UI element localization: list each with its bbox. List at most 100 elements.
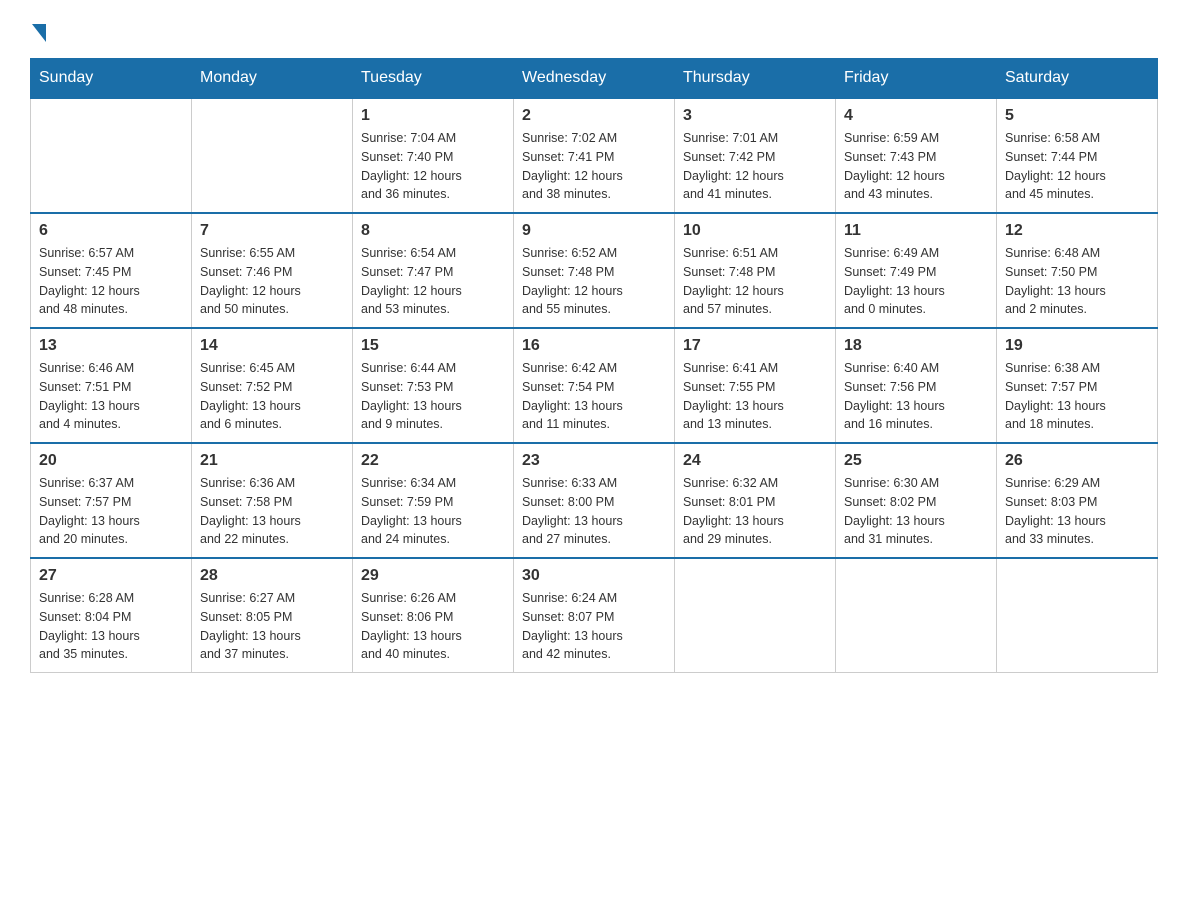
day-number: 3 [683, 107, 827, 125]
weekday-header-saturday: Saturday [997, 59, 1158, 99]
calendar-table: SundayMondayTuesdayWednesdayThursdayFrid… [30, 58, 1158, 673]
day-info: Sunrise: 6:28 AM Sunset: 8:04 PM Dayligh… [39, 589, 183, 664]
calendar-cell: 18 Sunrise: 6:40 AM Sunset: 7:56 PM Dayli… [836, 328, 997, 443]
calendar-cell: 9 Sunrise: 6:52 AM Sunset: 7:48 PM Daylig… [514, 213, 675, 328]
calendar-week-row: 20 Sunrise: 6:37 AM Sunset: 7:57 PM Dayli… [31, 443, 1158, 558]
calendar-cell [31, 98, 192, 213]
calendar-cell: 28 Sunrise: 6:27 AM Sunset: 8:05 PM Dayli… [192, 558, 353, 673]
weekday-header-sunday: Sunday [31, 59, 192, 99]
day-info: Sunrise: 6:52 AM Sunset: 7:48 PM Dayligh… [522, 244, 666, 319]
day-number: 17 [683, 337, 827, 355]
day-info: Sunrise: 7:02 AM Sunset: 7:41 PM Dayligh… [522, 129, 666, 204]
day-info: Sunrise: 6:33 AM Sunset: 8:00 PM Dayligh… [522, 474, 666, 549]
weekday-header-tuesday: Tuesday [353, 59, 514, 99]
calendar-cell [836, 558, 997, 673]
weekday-header-wednesday: Wednesday [514, 59, 675, 99]
calendar-cell: 13 Sunrise: 6:46 AM Sunset: 7:51 PM Dayli… [31, 328, 192, 443]
day-number: 19 [1005, 337, 1149, 355]
day-number: 10 [683, 222, 827, 240]
day-info: Sunrise: 6:27 AM Sunset: 8:05 PM Dayligh… [200, 589, 344, 664]
day-number: 18 [844, 337, 988, 355]
calendar-cell: 21 Sunrise: 6:36 AM Sunset: 7:58 PM Dayli… [192, 443, 353, 558]
day-number: 13 [39, 337, 183, 355]
weekday-header-row: SundayMondayTuesdayWednesdayThursdayFrid… [31, 59, 1158, 99]
day-number: 16 [522, 337, 666, 355]
day-info: Sunrise: 6:36 AM Sunset: 7:58 PM Dayligh… [200, 474, 344, 549]
day-info: Sunrise: 6:42 AM Sunset: 7:54 PM Dayligh… [522, 359, 666, 434]
calendar-cell: 10 Sunrise: 6:51 AM Sunset: 7:48 PM Dayli… [675, 213, 836, 328]
day-info: Sunrise: 6:45 AM Sunset: 7:52 PM Dayligh… [200, 359, 344, 434]
day-number: 25 [844, 452, 988, 470]
day-number: 28 [200, 567, 344, 585]
day-number: 12 [1005, 222, 1149, 240]
day-info: Sunrise: 6:44 AM Sunset: 7:53 PM Dayligh… [361, 359, 505, 434]
day-number: 6 [39, 222, 183, 240]
calendar-cell: 11 Sunrise: 6:49 AM Sunset: 7:49 PM Dayli… [836, 213, 997, 328]
day-info: Sunrise: 6:24 AM Sunset: 8:07 PM Dayligh… [522, 589, 666, 664]
calendar-cell: 5 Sunrise: 6:58 AM Sunset: 7:44 PM Daylig… [997, 98, 1158, 213]
day-number: 11 [844, 222, 988, 240]
calendar-cell: 1 Sunrise: 7:04 AM Sunset: 7:40 PM Daylig… [353, 98, 514, 213]
calendar-cell: 22Sunrise: 6:34 AM Sunset: 7:59 PM Dayli… [353, 443, 514, 558]
calendar-week-row: 1 Sunrise: 7:04 AM Sunset: 7:40 PM Daylig… [31, 98, 1158, 213]
day-info: Sunrise: 6:41 AM Sunset: 7:55 PM Dayligh… [683, 359, 827, 434]
day-info: Sunrise: 6:29 AM Sunset: 8:03 PM Dayligh… [1005, 474, 1149, 549]
calendar-cell: 6 Sunrise: 6:57 AM Sunset: 7:45 PM Daylig… [31, 213, 192, 328]
day-info: Sunrise: 6:48 AM Sunset: 7:50 PM Dayligh… [1005, 244, 1149, 319]
day-info: Sunrise: 6:46 AM Sunset: 7:51 PM Dayligh… [39, 359, 183, 434]
weekday-header-monday: Monday [192, 59, 353, 99]
day-number: 24 [683, 452, 827, 470]
day-info: Sunrise: 6:57 AM Sunset: 7:45 PM Dayligh… [39, 244, 183, 319]
calendar-cell: 2 Sunrise: 7:02 AM Sunset: 7:41 PM Daylig… [514, 98, 675, 213]
day-number: 21 [200, 452, 344, 470]
day-info: Sunrise: 6:51 AM Sunset: 7:48 PM Dayligh… [683, 244, 827, 319]
day-info: Sunrise: 6:58 AM Sunset: 7:44 PM Dayligh… [1005, 129, 1149, 204]
day-info: Sunrise: 6:49 AM Sunset: 7:49 PM Dayligh… [844, 244, 988, 319]
calendar-cell: 29Sunrise: 6:26 AM Sunset: 8:06 PM Dayli… [353, 558, 514, 673]
day-number: 20 [39, 452, 183, 470]
day-info: Sunrise: 6:54 AM Sunset: 7:47 PM Dayligh… [361, 244, 505, 319]
day-number: 1 [361, 107, 505, 125]
logo [30, 20, 46, 38]
day-number: 15 [361, 337, 505, 355]
calendar-cell: 4 Sunrise: 6:59 AM Sunset: 7:43 PM Daylig… [836, 98, 997, 213]
day-number: 8 [361, 222, 505, 240]
day-number: 2 [522, 107, 666, 125]
day-info: Sunrise: 6:40 AM Sunset: 7:56 PM Dayligh… [844, 359, 988, 434]
weekday-header-friday: Friday [836, 59, 997, 99]
calendar-cell: 8 Sunrise: 6:54 AM Sunset: 7:47 PM Daylig… [353, 213, 514, 328]
day-number: 9 [522, 222, 666, 240]
calendar-cell [997, 558, 1158, 673]
calendar-cell [192, 98, 353, 213]
calendar-cell: 27Sunrise: 6:28 AM Sunset: 8:04 PM Dayli… [31, 558, 192, 673]
calendar-week-row: 6 Sunrise: 6:57 AM Sunset: 7:45 PM Daylig… [31, 213, 1158, 328]
day-info: Sunrise: 6:32 AM Sunset: 8:01 PM Dayligh… [683, 474, 827, 549]
day-info: Sunrise: 6:37 AM Sunset: 7:57 PM Dayligh… [39, 474, 183, 549]
day-info: Sunrise: 6:34 AM Sunset: 7:59 PM Dayligh… [361, 474, 505, 549]
day-info: Sunrise: 6:26 AM Sunset: 8:06 PM Dayligh… [361, 589, 505, 664]
day-number: 30 [522, 567, 666, 585]
day-info: Sunrise: 7:04 AM Sunset: 7:40 PM Dayligh… [361, 129, 505, 204]
day-number: 7 [200, 222, 344, 240]
calendar-week-row: 13 Sunrise: 6:46 AM Sunset: 7:51 PM Dayli… [31, 328, 1158, 443]
calendar-cell: 15 Sunrise: 6:44 AM Sunset: 7:53 PM Dayli… [353, 328, 514, 443]
day-number: 4 [844, 107, 988, 125]
calendar-cell: 12 Sunrise: 6:48 AM Sunset: 7:50 PM Dayli… [997, 213, 1158, 328]
calendar-cell: 23 Sunrise: 6:33 AM Sunset: 8:00 PM Dayli… [514, 443, 675, 558]
weekday-header-thursday: Thursday [675, 59, 836, 99]
day-info: Sunrise: 7:01 AM Sunset: 7:42 PM Dayligh… [683, 129, 827, 204]
calendar-cell: 25 Sunrise: 6:30 AM Sunset: 8:02 PM Dayli… [836, 443, 997, 558]
calendar-cell: 7 Sunrise: 6:55 AM Sunset: 7:46 PM Daylig… [192, 213, 353, 328]
day-number: 14 [200, 337, 344, 355]
calendar-cell [675, 558, 836, 673]
calendar-cell: 30 Sunrise: 6:24 AM Sunset: 8:07 PM Dayli… [514, 558, 675, 673]
day-number: 23 [522, 452, 666, 470]
day-info: Sunrise: 6:59 AM Sunset: 7:43 PM Dayligh… [844, 129, 988, 204]
day-number: 5 [1005, 107, 1149, 125]
day-info: Sunrise: 6:55 AM Sunset: 7:46 PM Dayligh… [200, 244, 344, 319]
page-header [30, 20, 1158, 38]
calendar-cell: 20 Sunrise: 6:37 AM Sunset: 7:57 PM Dayli… [31, 443, 192, 558]
day-number: 26 [1005, 452, 1149, 470]
calendar-cell: 17 Sunrise: 6:41 AM Sunset: 7:55 PM Dayli… [675, 328, 836, 443]
day-info: Sunrise: 6:30 AM Sunset: 8:02 PM Dayligh… [844, 474, 988, 549]
